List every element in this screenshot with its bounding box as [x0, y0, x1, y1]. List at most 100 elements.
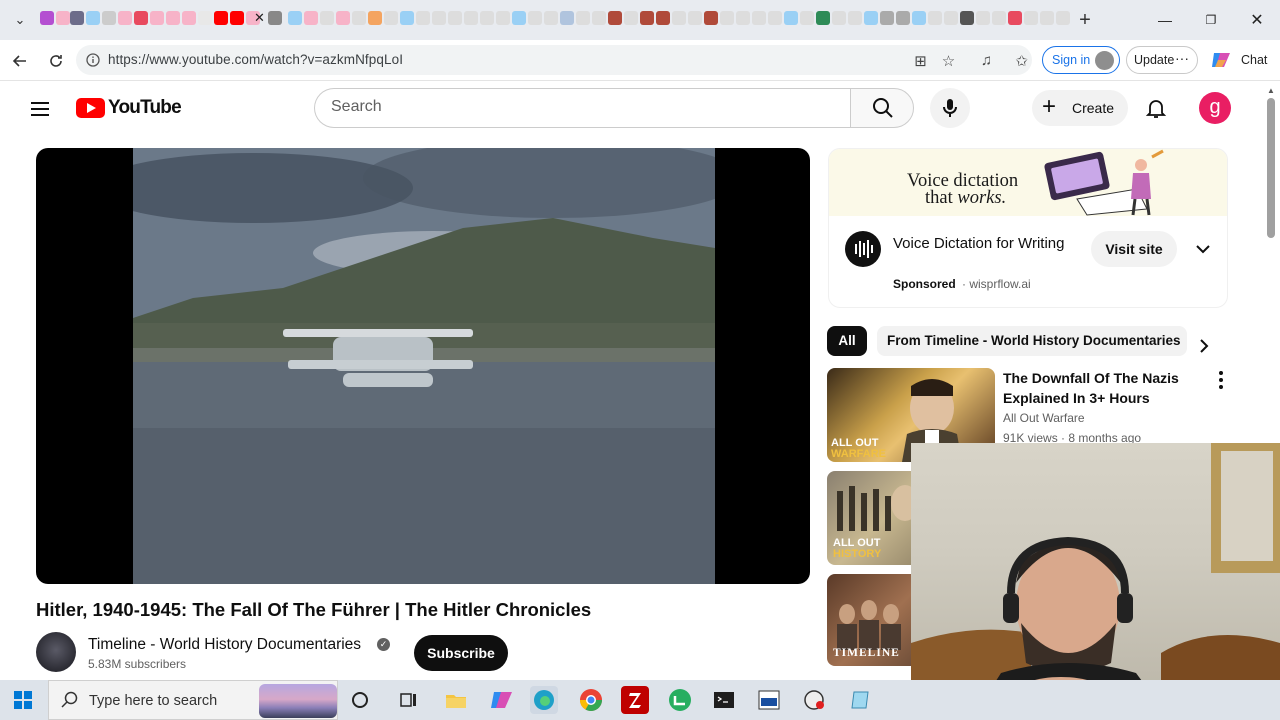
address-bar[interactable]: https://www.youtube.com/watch?v=azkmNfpq… [76, 45, 1032, 75]
new-tab-plus-icon[interactable]: + [1074, 9, 1096, 31]
update-button[interactable]: Update ··· [1126, 46, 1198, 74]
tab-favicon[interactable] [1008, 11, 1022, 25]
tab-favicon[interactable] [432, 11, 446, 25]
tab-favicon[interactable] [166, 11, 180, 25]
tab-favicon[interactable] [928, 11, 942, 25]
tab-favicon[interactable] [214, 11, 228, 25]
tab-favicon[interactable] [352, 11, 366, 25]
tab-favicon[interactable] [560, 11, 574, 25]
tab-favicon[interactable] [576, 11, 590, 25]
tab-favicon[interactable] [976, 11, 990, 25]
tab-favicon[interactable] [70, 11, 84, 25]
green-app-icon[interactable] [666, 686, 694, 714]
voice-search-button[interactable] [930, 88, 970, 128]
video-player[interactable] [36, 148, 810, 584]
filezilla-icon[interactable] [621, 686, 649, 714]
tab-favicon[interactable] [960, 11, 974, 25]
account-avatar[interactable]: g [1199, 92, 1231, 124]
subscribe-button[interactable]: Subscribe [414, 635, 508, 671]
search-button[interactable] [850, 88, 914, 128]
tab-favicon[interactable] [848, 11, 862, 25]
tab-favicon[interactable] [268, 11, 282, 25]
scrollbar-thumb[interactable] [1267, 98, 1275, 238]
menu-hamburger-icon[interactable] [28, 97, 52, 121]
tab-favicon[interactable] [720, 11, 734, 25]
cortana-circle-icon[interactable] [346, 686, 374, 714]
tab-favicon[interactable] [816, 11, 830, 25]
tab-favicon[interactable] [304, 11, 318, 25]
terminal-icon[interactable] [710, 686, 738, 714]
tab-favicon[interactable] [1040, 11, 1054, 25]
ad-banner[interactable]: Voice dictation that works. [829, 149, 1227, 216]
file-explorer-icon[interactable] [442, 686, 470, 714]
media-music-icon[interactable]: ♫ [978, 52, 995, 69]
windows-start-icon[interactable] [14, 691, 32, 709]
notifications-button[interactable] [1140, 92, 1172, 124]
tab-favicon[interactable] [784, 11, 798, 25]
search-field[interactable] [314, 88, 852, 128]
related-video-title[interactable]: The Downfall Of The Nazis Explained In 3… [1003, 368, 1193, 408]
tab-favicon[interactable] [992, 11, 1006, 25]
reload-icon[interactable] [44, 49, 68, 73]
tab-favicon[interactable] [1056, 11, 1070, 25]
search-input[interactable] [331, 98, 831, 116]
tab-favicon[interactable] [118, 11, 132, 25]
tab-favicon[interactable] [182, 11, 196, 25]
tab-favicon[interactable] [464, 11, 478, 25]
tab-favicon[interactable] [134, 11, 148, 25]
channel-name[interactable]: Timeline - World History Documentaries [88, 636, 361, 654]
tab-favicon[interactable] [752, 11, 766, 25]
sponsored-ad-card[interactable]: Voice dictation that works. Voice Dictat… [828, 148, 1228, 308]
tab-favicon[interactable] [736, 11, 750, 25]
favorite-star-icon[interactable]: ☆ [940, 52, 957, 70]
tab-favicon[interactable] [448, 11, 462, 25]
tab-favicon[interactable] [656, 11, 670, 25]
tab-favicon[interactable] [56, 11, 70, 25]
recorder-app-icon[interactable] [801, 686, 829, 714]
create-button[interactable]: + Create [1032, 90, 1128, 126]
scroll-up-arrow-icon[interactable]: ▲ [1267, 86, 1275, 95]
more-vert-icon[interactable] [1211, 370, 1231, 390]
related-video-channel[interactable]: All Out Warfare [1003, 411, 1085, 425]
app-available-icon[interactable]: ⊞ [912, 52, 929, 70]
edge-browser-icon[interactable] [530, 686, 558, 714]
tab-favicon[interactable] [832, 11, 846, 25]
tab-favicon[interactable] [480, 11, 494, 25]
tab-favicon[interactable] [768, 11, 782, 25]
browser-tabs[interactable]: ✕ [38, 11, 1078, 29]
tab-favicon[interactable] [608, 11, 622, 25]
chip-all[interactable]: All [827, 326, 867, 356]
tab-favicon[interactable] [288, 11, 302, 25]
tab-favicon[interactable] [912, 11, 926, 25]
tab-favicon[interactable] [640, 11, 654, 25]
tab-favicon[interactable] [400, 11, 414, 25]
tab-favicon[interactable] [368, 11, 382, 25]
tab-favicon[interactable] [544, 11, 558, 25]
tab-favicon[interactable] [688, 11, 702, 25]
chevron-down-icon[interactable] [1191, 237, 1215, 261]
ad-title[interactable]: Voice Dictation for Writing [893, 233, 1073, 255]
tab-favicon[interactable] [896, 11, 910, 25]
tab-favicon[interactable] [40, 11, 54, 25]
tab-list-chevron-icon[interactable]: ⌄ [8, 8, 32, 32]
copilot-app-icon[interactable] [488, 686, 516, 714]
url-text[interactable]: https://www.youtube.com/watch?v=azkmNfpq… [108, 52, 403, 67]
task-view-icon[interactable] [394, 686, 422, 714]
visit-site-button[interactable]: Visit site [1091, 231, 1177, 267]
tab-favicon[interactable] [496, 11, 510, 25]
tab-favicon[interactable] [1024, 11, 1038, 25]
tab-favicon[interactable] [86, 11, 100, 25]
site-info-icon[interactable] [86, 53, 100, 67]
tab-favicon[interactable] [704, 11, 718, 25]
tab-close-icon[interactable]: ✕ [254, 11, 268, 25]
tab-favicon[interactable] [624, 11, 638, 25]
favorites-collection-icon[interactable]: ✩ [1013, 52, 1030, 70]
chevron-right-icon[interactable] [1192, 334, 1216, 358]
tab-favicon[interactable] [384, 11, 398, 25]
sign-in-button[interactable]: Sign in [1042, 46, 1120, 74]
tab-favicon[interactable] [150, 11, 164, 25]
notepad-app-icon[interactable] [846, 686, 874, 714]
tab-favicon[interactable] [528, 11, 542, 25]
tab-favicon[interactable] [592, 11, 606, 25]
minimize-icon[interactable]: — [1155, 10, 1175, 30]
